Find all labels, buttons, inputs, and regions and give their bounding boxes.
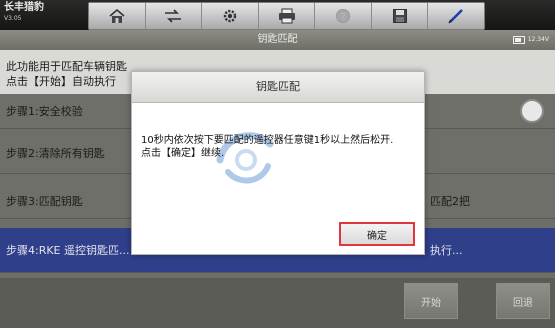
start-button[interactable]: 开始 [404,283,458,319]
title-bar: 钥匙匹配 12.34V [0,30,555,50]
svg-text:?: ? [341,13,346,23]
vehicle-name: 长丰猎豹 [4,2,44,13]
top-bar: 长丰猎豹 V3.05 ? [0,0,555,30]
help-icon: ? [336,9,351,23]
battery-voltage: 12.34V [527,36,549,43]
home-button[interactable] [89,3,146,29]
vehicle-swap-button[interactable] [145,3,203,29]
home-icon [109,8,125,23]
scroll-knob[interactable] [520,99,544,123]
step-label: 步骤2:清除所有钥匙 [6,147,105,160]
software-version: V3.05 [4,15,22,22]
print-button[interactable] [258,3,316,29]
confirm-button[interactable]: 确定 [339,222,415,246]
back-button[interactable]: 回退 [496,283,550,319]
printer-icon [278,8,295,24]
save-icon [392,9,407,23]
vehicle-info: 长丰猎豹 V3.05 [4,3,44,22]
dialog-message: 10秒内依次按下要匹配的遥控器任意键1秒以上然后松开. 点击【确定】继续. [141,135,394,159]
step-label: 步骤3:匹配钥匙 [6,195,83,208]
key-match-dialog: 钥匙匹配 10秒内依次按下要匹配的遥控器任意键1秒以上然后松开. 点击【确定】继… [131,71,425,255]
help-button[interactable]: ? [315,3,372,29]
battery-status: 12.34V [512,30,549,50]
instruction-line-1: 此功能用于匹配车辆钥匙 [6,60,127,73]
vehicle-swap-icon [165,9,182,23]
step-status: 执行... [430,244,463,257]
dialog-title: 钥匙匹配 [132,72,424,103]
step-label: 步骤1:安全校验 [6,105,83,118]
toolbar: ? [88,2,485,30]
step-status: 匹配2把 [430,195,470,208]
gear-icon [223,9,237,23]
instruction-line-2: 点击【开始】自动执行 [6,75,116,88]
save-button[interactable] [371,3,429,29]
settings-button[interactable] [202,3,259,29]
step-label: 步骤4:RKE 遥控钥匙匹... [6,244,130,257]
edit-button[interactable] [428,3,485,29]
battery-icon [512,36,525,44]
bottom-bar: 开始 回退 [0,278,555,328]
page-title: 钥匙匹配 [257,34,298,45]
pen-icon [448,9,464,24]
